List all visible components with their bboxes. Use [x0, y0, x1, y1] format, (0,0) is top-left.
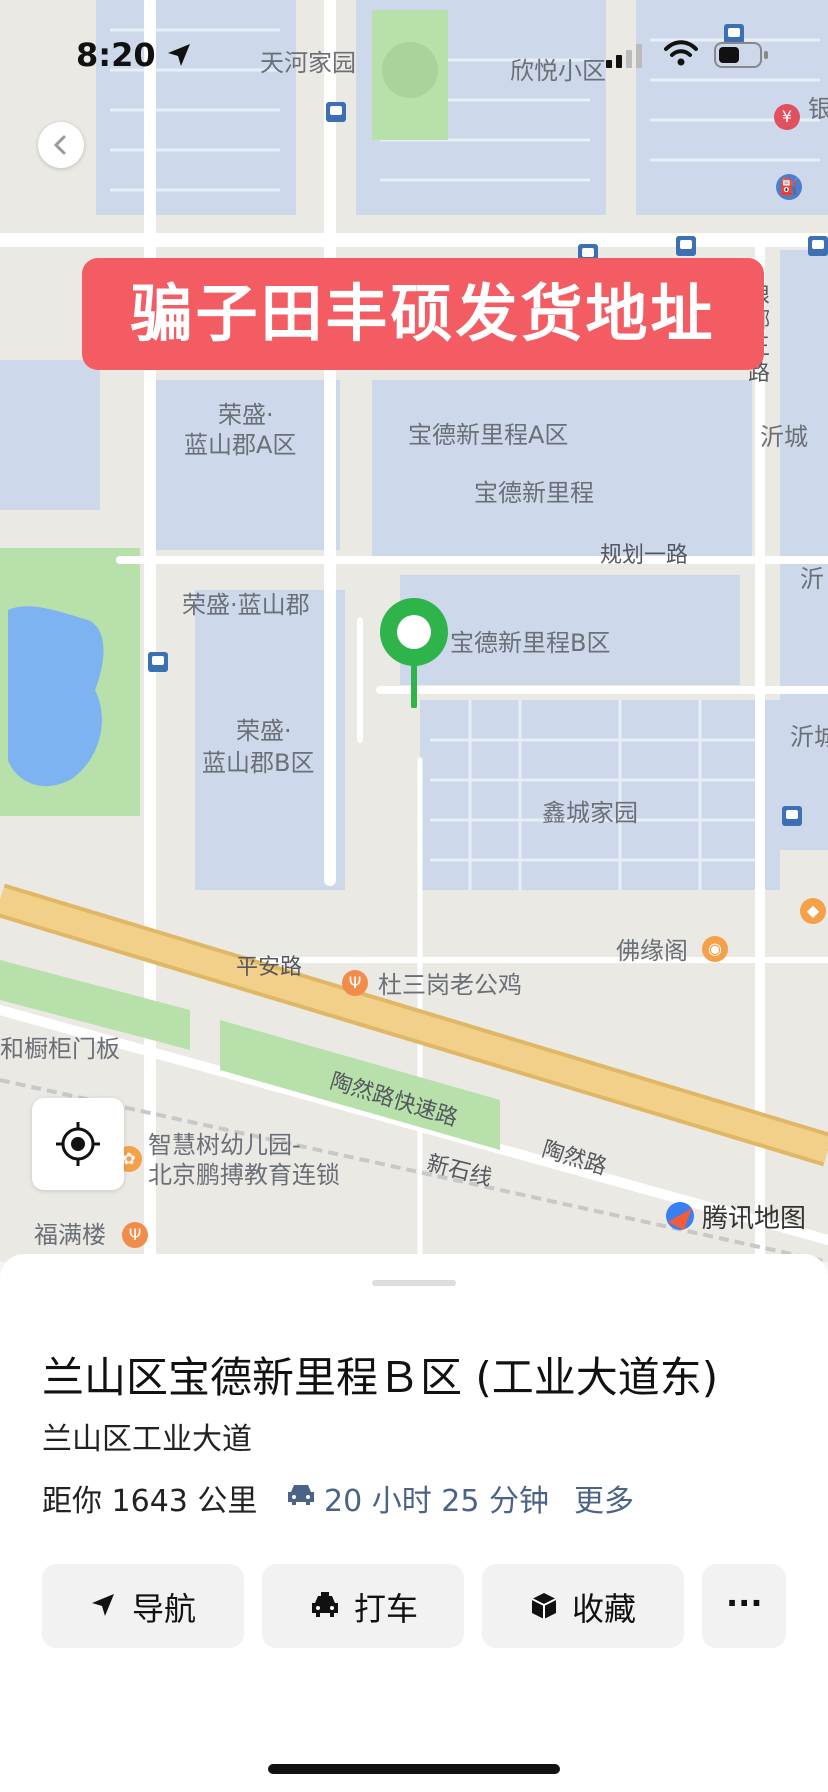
location-pin-icon[interactable]: [378, 596, 450, 708]
bus-stop-icon[interactable]: [808, 236, 828, 256]
car-icon: [288, 1485, 314, 1505]
map-label-rongsheng: 荣盛·蓝山郡: [182, 591, 310, 619]
more-dots-icon: ···: [726, 1584, 763, 1622]
restaurant-poi-icon-2[interactable]: Ψ: [122, 1222, 148, 1248]
map-label-edge-yicheng: 沂城: [760, 423, 808, 451]
place-detail-sheet: 兰山区宝德新里程Ｂ区 (工业大道东) 兰山区工业大道 距你 1643 公里 20…: [0, 1254, 828, 1792]
navigate-button[interactable]: 导航: [42, 1564, 244, 1648]
shop-poi-icon[interactable]: ◆: [800, 898, 826, 924]
favorite-button[interactable]: 收藏: [482, 1564, 684, 1648]
status-time: 8:20: [76, 36, 156, 74]
map-label-rongsheng-a-2: 蓝山郡A区: [184, 431, 297, 459]
status-bar: 8:20: [0, 0, 828, 100]
bus-stop-icon[interactable]: [782, 806, 802, 826]
map-brand-label: 腾讯地图: [702, 1204, 807, 1234]
map-label-xincheng: 鑫城家园: [542, 799, 638, 827]
map-label-guihua-road: 规划一路: [600, 543, 689, 568]
cellular-signal-icon: [606, 44, 642, 68]
map-label-baode-a: 宝德新里程A区: [408, 421, 569, 449]
map-label-rongsheng-a-1: 荣盛·: [218, 401, 274, 429]
gas-station-icon[interactable]: ⛽: [776, 174, 802, 200]
taxi-button[interactable]: 打车: [262, 1564, 464, 1648]
map-label-fuman: 福满楼: [34, 1221, 106, 1249]
map-label-dusangang: 杜三岗老公鸡: [378, 971, 522, 999]
map-label-rongsheng-b-2: 蓝山郡B区: [202, 749, 315, 777]
bus-stop-icon[interactable]: [326, 102, 346, 122]
map-label-edge-yi2: 沂城: [790, 723, 828, 751]
map-label-kindergarten-2: 北京鹏搏教育连锁: [148, 1161, 340, 1189]
map-label-kindergarten-1: 智慧树幼儿园-: [148, 1131, 301, 1159]
crosshair-icon: [56, 1122, 100, 1166]
wifi-icon: [664, 40, 698, 66]
location-services-icon: [168, 44, 190, 66]
locate-me-button[interactable]: [32, 1098, 124, 1190]
navigation-arrow-icon: [92, 1594, 114, 1616]
favorite-label: 收藏: [572, 1590, 637, 1628]
bus-stop-icon[interactable]: [676, 236, 696, 256]
restaurant-poi-icon[interactable]: Ψ: [342, 970, 368, 996]
map-label-baode: 宝德新里程: [474, 479, 594, 507]
place-address: 兰山区工业大道: [42, 1422, 252, 1457]
home-indicator[interactable]: [268, 1764, 560, 1774]
map-label-edge-yi: 沂: [800, 565, 824, 593]
sheet-drag-handle[interactable]: [372, 1280, 456, 1286]
bank-poi-icon[interactable]: ¥: [774, 104, 800, 130]
map-label-pingan-road: 平安路: [236, 955, 303, 980]
back-button[interactable]: [38, 122, 84, 168]
more-link[interactable]: 更多: [574, 1476, 634, 1520]
map-label-cabinet: 和橱柜门板: [0, 1035, 120, 1063]
map-label-baode-b: 宝德新里程B区: [450, 629, 611, 657]
temple-poi-icon[interactable]: ◉: [702, 936, 728, 962]
overlay-banner: 骗子田丰硕发货地址: [82, 258, 764, 370]
map-label-foyuan: 佛缘阁: [616, 937, 688, 965]
map-label-rongsheng-b-1: 荣盛·: [236, 717, 292, 745]
travel-time[interactable]: 20 小时 25 分钟: [324, 1476, 549, 1520]
battery-icon: [714, 42, 768, 68]
more-actions-button[interactable]: ···: [702, 1564, 786, 1648]
chevron-left-icon: [53, 135, 66, 155]
place-title: 兰山区宝德新里程Ｂ区 (工业大道东): [42, 1353, 719, 1402]
taxi-icon: [312, 1592, 338, 1617]
navigate-label: 导航: [132, 1590, 197, 1628]
tencent-map-logo-icon: [666, 1202, 694, 1230]
taxi-label: 打车: [354, 1590, 419, 1628]
cube-icon: [531, 1593, 557, 1619]
place-distance: 距你 1643 公里: [42, 1484, 258, 1519]
bus-stop-icon[interactable]: [148, 652, 168, 672]
